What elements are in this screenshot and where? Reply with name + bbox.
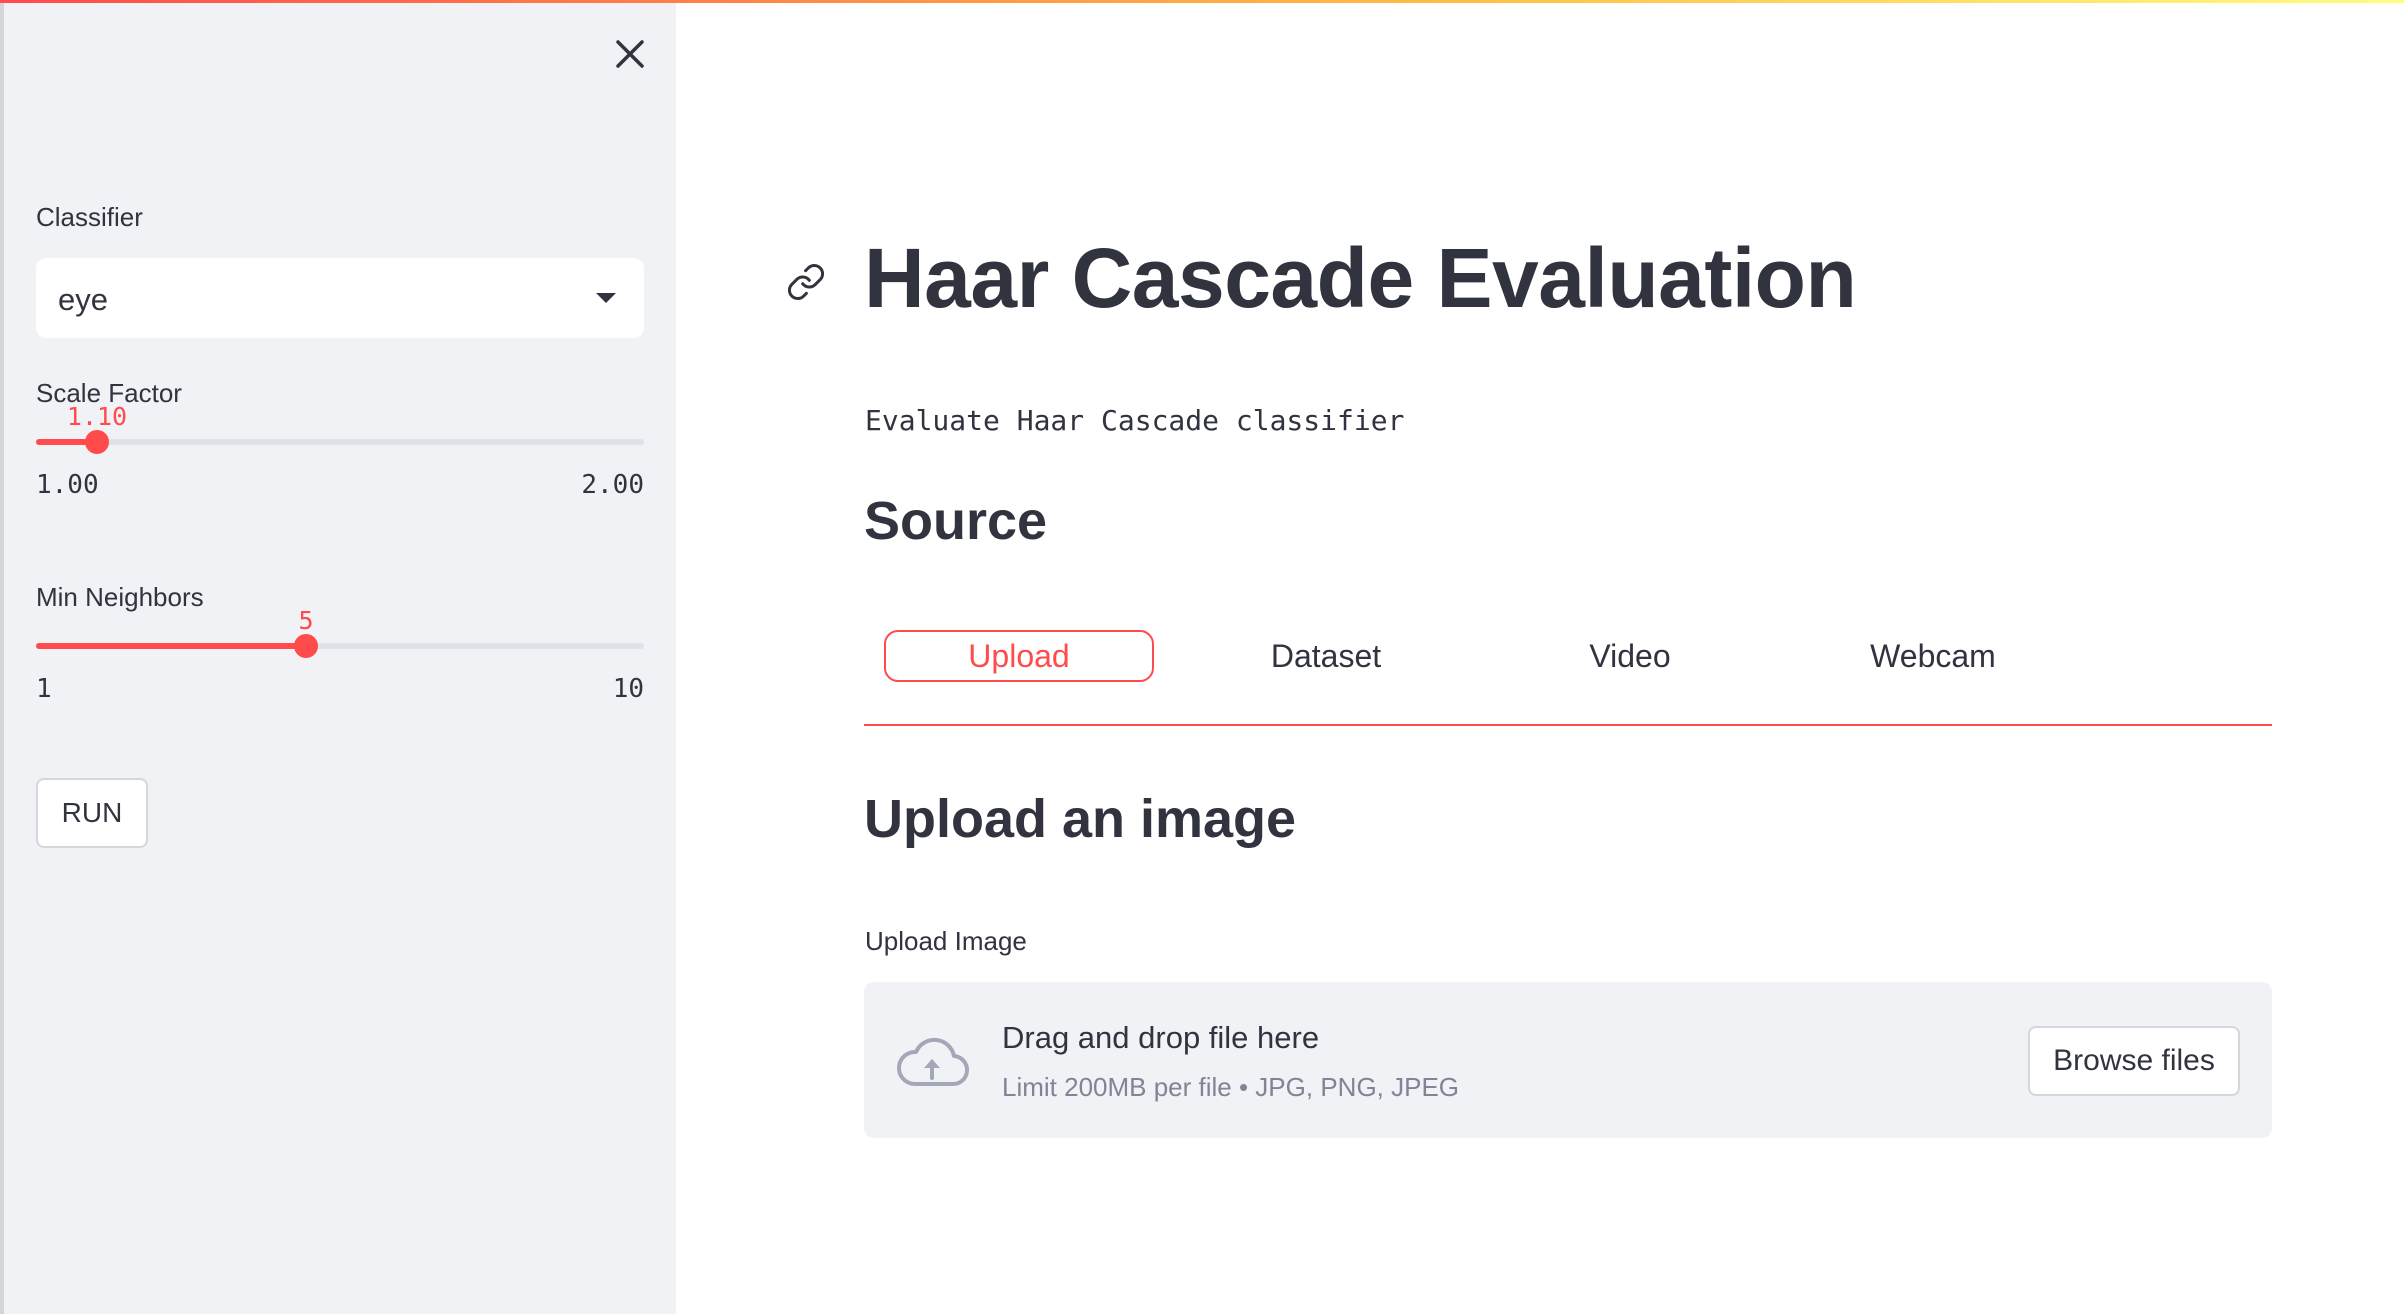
cloud-upload-icon [897,1037,970,1087]
classifier-label: Classifier [36,202,143,232]
min-neighbors-min: 1 [36,674,52,704]
source-heading: Source [864,491,1048,551]
min-neighbors-thumb[interactable] [294,634,318,658]
page-title: Haar Cascade Evaluation [864,231,1857,325]
min-neighbors-track[interactable] [36,643,644,649]
min-neighbors-value: 5 [298,606,314,635]
run-button[interactable]: RUN [36,778,148,848]
close-sidebar-button[interactable] [604,30,652,74]
scale-factor-thumb[interactable] [85,430,109,454]
min-neighbors-fill [36,643,306,649]
min-neighbors-max: 10 [612,674,644,704]
window-edge [0,0,4,1314]
tab-upload[interactable]: Upload [884,630,1154,682]
file-dropzone[interactable]: Drag and drop file here Limit 200MB per … [864,982,2272,1138]
header-decoration [0,0,2404,3]
upload-image-label: Upload Image [865,926,1027,956]
dropzone-limits: Limit 200MB per file • JPG, PNG, JPEG [1002,1072,1460,1102]
classifier-select[interactable]: eye [36,258,644,338]
browse-files-button[interactable]: Browse files [2028,1026,2240,1096]
link-icon[interactable] [786,262,826,302]
scale-factor-value: 1.10 [66,402,128,431]
scale-factor-max: 2.00 [581,470,644,500]
chevron-down-icon [596,293,616,303]
page-caption: Evaluate Haar Cascade classifier [865,404,1405,437]
sidebar: Classifier eye Scale Factor 1.10 1.00 2.… [0,0,676,1314]
close-icon [616,40,644,68]
dropzone-title: Drag and drop file here [1002,1020,1320,1055]
source-tabs: Upload Dataset Video Webcam [864,620,2272,726]
scale-factor-track[interactable] [36,439,644,445]
scale-factor-min: 1.00 [36,470,99,500]
classifier-selected-value: eye [58,282,108,317]
min-neighbors-slider[interactable]: 5 1 10 [36,606,644,716]
tab-video[interactable]: Video [1564,630,1696,682]
tab-webcam[interactable]: Webcam [1860,630,2006,682]
upload-heading: Upload an image [864,789,1297,849]
tab-dataset[interactable]: Dataset [1244,630,1408,682]
scale-factor-slider[interactable]: 1.10 1.00 2.00 [36,402,644,512]
